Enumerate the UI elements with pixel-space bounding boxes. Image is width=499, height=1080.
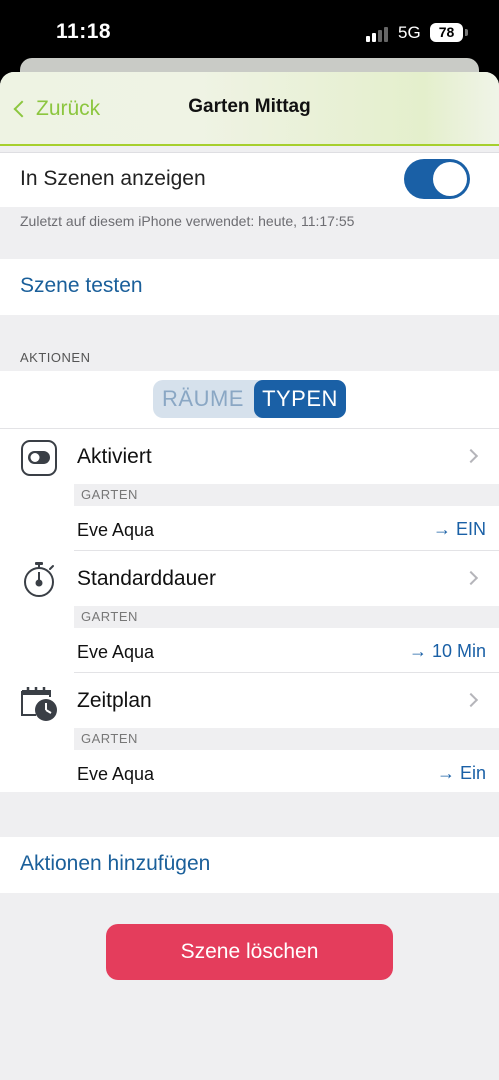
add-actions-label: Aktionen hinzufügen <box>20 852 211 875</box>
battery-icon: 78 <box>430 23 463 42</box>
room-name: GARTEN <box>81 731 138 746</box>
action-group-schedule: Zeitplan GARTEN Eve Aqua → Ein <box>0 673 499 795</box>
device-name[interactable]: Eve Aqua <box>77 642 154 663</box>
battery-nub <box>465 29 468 36</box>
navigation-bar: Zurück Garten Mittag <box>0 72 499 146</box>
action-value[interactable]: → Ein <box>437 763 486 784</box>
actions-list: RÄUME TYPEN Aktiviert GARTEN Eve Aqua → … <box>0 371 499 792</box>
actions-section-header: AKTIONEN <box>20 350 91 365</box>
room-name: GARTEN <box>81 487 138 502</box>
scene-detail-sheet: Zurück Garten Mittag In Szenen anzeigen … <box>0 72 499 1080</box>
segment-rooms[interactable]: RÄUME <box>153 380 253 418</box>
status-time: 11:18 <box>56 20 112 43</box>
view-segmented-control: RÄUME TYPEN <box>153 380 346 418</box>
action-group-default-duration: Standarddauer GARTEN Eve Aqua → 10 Min <box>0 551 499 673</box>
show-in-scenes-label: In Szenen anzeigen <box>20 167 206 190</box>
chevron-right-icon[interactable] <box>463 692 479 708</box>
toggle-icon <box>20 439 58 477</box>
room-subheader: GARTEN <box>74 484 499 506</box>
toggle-knob <box>433 162 467 196</box>
calendar-clock-icon <box>20 683 58 721</box>
cellular-signal-icon <box>366 26 392 42</box>
action-title[interactable]: Zeitplan <box>77 689 152 713</box>
add-actions-button[interactable]: Aktionen hinzufügen <box>0 837 499 893</box>
device-name[interactable]: Eve Aqua <box>77 764 154 785</box>
test-scene-label: Szene testen <box>20 274 143 297</box>
device-name[interactable]: Eve Aqua <box>77 520 154 541</box>
page-title: Garten Mittag <box>188 96 311 117</box>
action-value[interactable]: → 10 Min <box>409 641 486 662</box>
stopwatch-icon <box>20 561 58 599</box>
show-in-scenes-toggle[interactable] <box>404 159 470 199</box>
network-type: 5G <box>398 23 421 42</box>
chevron-right-icon[interactable] <box>463 448 479 464</box>
action-title[interactable]: Standarddauer <box>77 567 216 591</box>
last-used-caption: Zuletzt auf diesem iPhone verwendet: heu… <box>20 213 355 229</box>
room-subheader: GARTEN <box>74 606 499 628</box>
action-value[interactable]: → EIN <box>433 519 486 540</box>
action-title[interactable]: Aktiviert <box>77 445 152 469</box>
delete-scene-button[interactable]: Szene löschen <box>106 924 393 980</box>
room-name: GARTEN <box>81 609 138 624</box>
room-subheader: GARTEN <box>74 728 499 750</box>
chevron-right-icon[interactable] <box>463 570 479 586</box>
action-group-activated: Aktiviert GARTEN Eve Aqua → EIN <box>0 429 499 551</box>
test-scene-button[interactable]: Szene testen <box>0 259 499 315</box>
segment-types[interactable]: TYPEN <box>254 380 346 418</box>
